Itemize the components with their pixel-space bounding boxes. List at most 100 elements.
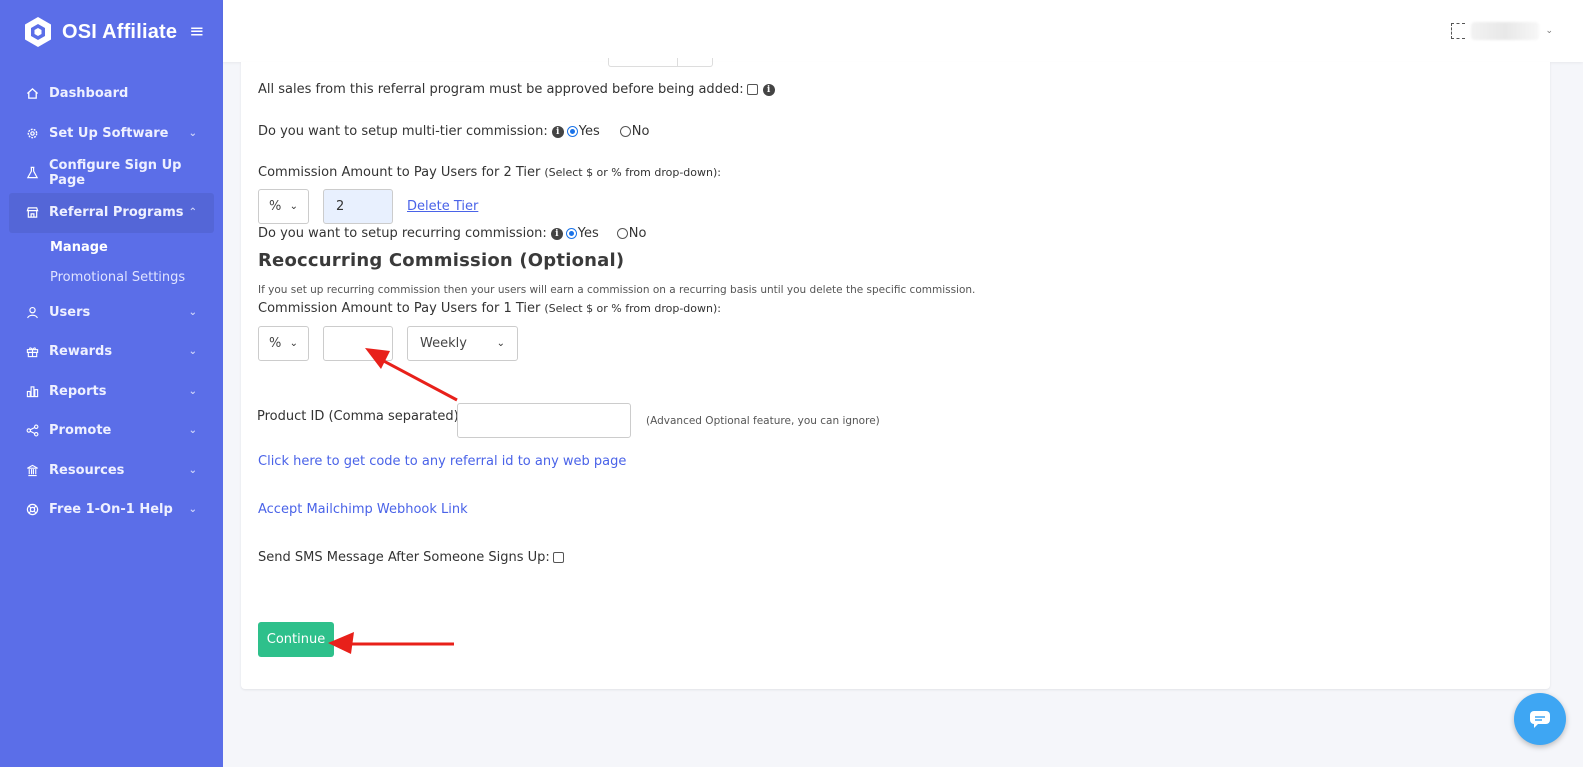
chevron-down-icon: ⌄ [188, 127, 197, 139]
sidebar-item-label: Set Up Software [49, 125, 169, 141]
chevron-down-icon: ⌄ [188, 425, 197, 437]
recurring-yes-radio[interactable] [565, 228, 577, 239]
tier2-amount-input[interactable]: 2 [323, 189, 393, 224]
delete-tier-link[interactable]: Delete Tier [407, 199, 478, 214]
sidebar-item-label: Reports [49, 383, 107, 399]
recurring-yes-label: Yes [577, 226, 599, 241]
chat-bubble-icon [1530, 711, 1550, 728]
tier1-label: Commission Amount to Pay Users for 1 Tie… [258, 301, 541, 316]
sidebar-subitem-promotional-settings[interactable]: Promotional Settings [0, 263, 223, 293]
chevron-down-icon: ⌄ [188, 464, 197, 476]
multi-tier-row: Do you want to setup multi-tier commissi… [258, 124, 649, 139]
sidebar-item-label: Configure Sign Up Page [49, 157, 182, 188]
recurring-no-label: No [628, 226, 647, 241]
chevron-down-icon: ⌄ [496, 338, 505, 349]
sidebar-item-referral-programs[interactable]: Referral Programs ⌃ [9, 192, 214, 233]
multi-tier-yes-label: Yes [578, 124, 600, 139]
sidebar-item-resources[interactable]: Resources ⌄ [0, 451, 223, 491]
multi-tier-yes-radio[interactable] [566, 126, 578, 137]
chevron-down-icon: ⌄ [289, 338, 298, 349]
flask-icon [25, 166, 39, 180]
bar-chart-icon [25, 384, 39, 398]
app-name: OSI Affiliate [62, 20, 178, 43]
tier2-type-value: % [269, 199, 282, 214]
info-icon[interactable]: i [762, 83, 775, 96]
info-icon[interactable]: i [550, 227, 563, 240]
multi-tier-label: Do you want to setup multi-tier commissi… [258, 124, 548, 139]
brand: OSI Affiliate ≡ [0, 0, 223, 64]
sidebar-item-label: Rewards [49, 344, 113, 360]
user-menu[interactable]: ⌄ [1451, 22, 1553, 40]
frequency-select[interactable]: Weekly ⌄ [407, 326, 518, 361]
tier2-label-row: Commission Amount to Pay Users for 2 Tie… [258, 165, 721, 180]
product-id-label: Product ID (Comma separated): [257, 409, 464, 424]
sidebar-item-label: Dashboard [49, 86, 129, 102]
store-icon [25, 206, 39, 220]
sidebar-item-dashboard[interactable]: Dashboard [0, 74, 223, 114]
approve-sales-label: All sales from this referral program mus… [258, 82, 744, 97]
chevron-up-icon: ⌃ [188, 207, 197, 218]
tier2-label: Commission Amount to Pay Users for 2 Tie… [258, 165, 541, 180]
mailchimp-webhook-link[interactable]: Accept Mailchimp Webhook Link [258, 502, 468, 517]
gift-icon [25, 345, 39, 359]
cut-off-input-group [608, 58, 713, 67]
sidebar-item-free-help[interactable]: Free 1-On-1 Help ⌄ [0, 490, 223, 530]
sidebar: OSI Affiliate ≡ Dashboard Set Up Softwar… [0, 0, 223, 767]
tier1-amount-input[interactable] [323, 326, 393, 361]
gear-icon [25, 126, 39, 140]
sidebar-item-label: Promote [49, 423, 112, 439]
hamburger-menu-icon[interactable]: ≡ [189, 23, 204, 41]
continue-button[interactable]: Continue [258, 622, 334, 657]
home-icon [25, 87, 39, 101]
tier1-label-row: Commission Amount to Pay Users for 1 Tie… [258, 301, 721, 316]
chevron-down-icon: ⌄ [1545, 26, 1553, 36]
chevron-down-icon: ⌄ [188, 306, 197, 318]
sidebar-item-label: Referral Programs [49, 205, 184, 220]
referral-code-link[interactable]: Click here to get code to any referral i… [258, 454, 626, 469]
chevron-down-icon: ⌄ [188, 385, 197, 397]
recurring-heading: Reoccurring Commission (Optional) [258, 250, 625, 271]
tier1-type-select[interactable]: % ⌄ [258, 326, 309, 361]
sidebar-item-reports[interactable]: Reports ⌄ [0, 372, 223, 412]
sidebar-item-set-up-software[interactable]: Set Up Software ⌄ [0, 114, 223, 154]
tier2-hint: (Select $ or % from drop-down): [544, 166, 721, 179]
sidebar-item-label: Resources [49, 462, 125, 478]
sms-row: Send SMS Message After Someone Signs Up: [258, 550, 564, 565]
sms-checkbox[interactable] [552, 552, 564, 563]
sidebar-item-configure-sign-up-page[interactable]: Configure Sign Up Page [0, 153, 223, 193]
sidebar-item-promote[interactable]: Promote ⌄ [0, 411, 223, 451]
multi-tier-no-radio[interactable] [619, 126, 631, 137]
user-name-redacted [1471, 22, 1540, 40]
recurring-row: Do you want to setup recurring commissio… [258, 226, 646, 241]
recurring-no-radio[interactable] [616, 228, 628, 239]
tier2-type-select[interactable]: % ⌄ [258, 189, 309, 224]
logo-icon [25, 17, 51, 47]
share-icon [25, 424, 39, 438]
multi-tier-no-label: No [631, 124, 650, 139]
lifebuoy-icon [25, 503, 39, 517]
approve-sales-row: All sales from this referral program mus… [258, 82, 775, 97]
approve-sales-checkbox[interactable] [746, 84, 758, 95]
sidebar-item-users[interactable]: Users ⌄ [0, 293, 223, 333]
chevron-down-icon: ⌄ [188, 504, 197, 516]
sidebar-subitem-manage[interactable]: Manage [0, 233, 223, 263]
info-icon[interactable]: i [551, 125, 564, 138]
sidebar-item-rewards[interactable]: Rewards ⌄ [0, 332, 223, 372]
tier1-hint: (Select $ or % from drop-down): [544, 302, 721, 315]
tier1-type-value: % [269, 336, 282, 351]
recurring-description: If you set up recurring commission then … [258, 284, 976, 296]
sidebar-item-label: Users [49, 304, 91, 320]
form-card: All sales from this referral program mus… [241, 58, 1550, 689]
bank-icon [25, 463, 39, 477]
sidebar-item-label: Free 1-On-1 Help [49, 502, 173, 518]
chat-widget-button[interactable] [1514, 693, 1566, 745]
frequency-value: Weekly [420, 336, 467, 351]
sidebar-nav: Dashboard Set Up Software ⌄ Configure Si… [0, 74, 223, 530]
recurring-label: Do you want to setup recurring commissio… [258, 226, 547, 241]
product-id-hint: (Advanced Optional feature, you can igno… [646, 415, 880, 427]
user-icon [25, 305, 39, 319]
product-id-input[interactable] [457, 403, 631, 438]
chevron-down-icon: ⌄ [188, 346, 197, 358]
chevron-down-icon: ⌄ [289, 201, 298, 212]
sms-label: Send SMS Message After Someone Signs Up: [258, 550, 550, 565]
